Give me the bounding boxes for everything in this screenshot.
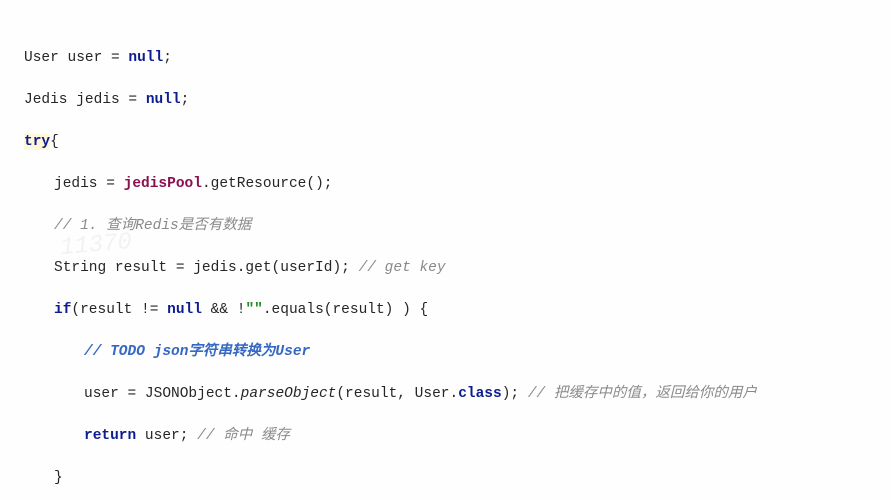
code-editor[interactable]: 11370 User user = null; Jedis jedis = nu… (0, 0, 891, 500)
code-line: String result = jedis.get(userId); // ge… (4, 258, 891, 279)
code-line: user = JSONObject.parseObject(result, Us… (4, 384, 891, 405)
code-line: // 1. 查询Redis是否有数据 (4, 216, 891, 237)
code-line: } (4, 468, 891, 489)
code-line: try{ (4, 132, 891, 153)
code-line: User user = null; (4, 48, 891, 69)
code-line: if(result != null && !"".equals(result) … (4, 300, 891, 321)
code-line: return user; // 命中 缓存 (4, 426, 891, 447)
code-line: Jedis jedis = null; (4, 90, 891, 111)
code-line: // TODO json字符串转换为User (4, 342, 891, 363)
code-line: jedis = jedisPool.getResource(); (4, 174, 891, 195)
